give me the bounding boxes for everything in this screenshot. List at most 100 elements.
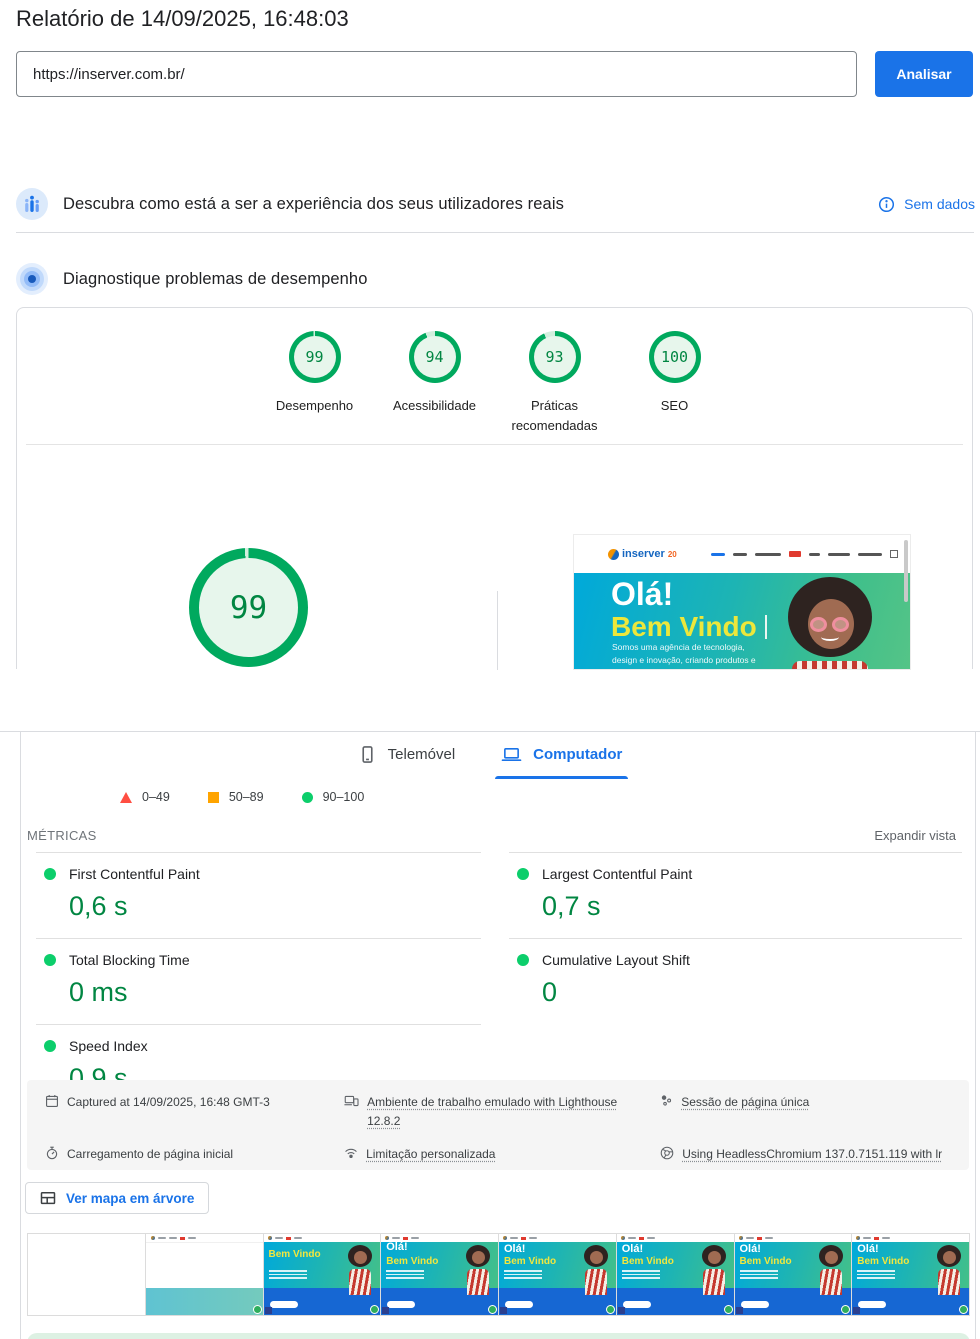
preview-site-header: inserver20	[574, 535, 910, 573]
green-dot-icon	[517, 954, 529, 966]
users-experience-icon	[16, 188, 48, 220]
best-practices-label: Práticas recomendadas	[495, 396, 615, 435]
filmstrip-frame-2	[145, 1233, 264, 1316]
treemap-button[interactable]: Ver mapa em árvore	[25, 1182, 209, 1214]
hero-body-text: Somos uma agência de tecnologia, design …	[612, 641, 756, 667]
filmstrip-frame-4: Olá! Bem Vindo	[380, 1233, 499, 1316]
filmstrip-frame-1	[27, 1233, 146, 1316]
legend-average: 50–89	[208, 790, 264, 804]
big-performance-score: 99	[199, 558, 298, 657]
analyze-button[interactable]: Analisar	[875, 51, 973, 97]
green-dot-icon	[44, 954, 56, 966]
page-title: Relatório de 14/09/2025, 16:48:03	[16, 6, 349, 32]
gauge-seo[interactable]: 100 SEO	[615, 331, 735, 435]
field-data-heading: Descubra como está a ser a experiência d…	[63, 195, 564, 214]
info-icon[interactable]	[878, 196, 895, 213]
env-captured: Captured at 14/09/2025, 16:48 GMT-3	[45, 1093, 330, 1130]
hero-line2: Bem Vindo	[611, 612, 757, 643]
vertical-divider	[497, 591, 498, 670]
env-browser: Using HeadlessChromium 137.0.7151.119 wi…	[660, 1145, 951, 1164]
chrome-icon	[660, 1146, 674, 1160]
site-logo-icon	[608, 549, 619, 560]
metrics-column-right: Largest Contentful Paint 0,7 s Cumulativ…	[509, 853, 962, 1024]
performance-label: Desempenho	[255, 396, 375, 416]
lighthouse-panel: 99 Desempenho 94 Acessibilidade 93 Práti…	[16, 307, 973, 669]
metric-fcp-value: 0,6 s	[69, 891, 481, 922]
device-tabs: Telemóvel Computador	[0, 745, 980, 779]
devices-icon	[344, 1094, 359, 1108]
site-logo: inserver20	[608, 548, 677, 560]
performance-banner-top	[27, 1333, 970, 1339]
check-badge-icon	[606, 1305, 615, 1314]
green-circle-icon	[302, 792, 313, 803]
metric-lcp-value: 0,7 s	[542, 891, 962, 922]
filmstrip-frame-6: Olá! Bem Vindo	[616, 1233, 735, 1316]
preview-scrollbar[interactable]	[904, 540, 908, 602]
category-gauges: 99 Desempenho 94 Acessibilidade 93 Práti…	[17, 331, 972, 435]
gauge-accessibility[interactable]: 94 Acessibilidade	[375, 331, 495, 435]
env-initial-load: Carregamento de página inicial	[45, 1145, 330, 1164]
gauge-best-practices[interactable]: 93 Práticas recomendadas	[495, 331, 615, 435]
no-data-link[interactable]: Sem dados	[904, 196, 975, 212]
panel-divider	[26, 444, 963, 445]
calendar-icon	[45, 1094, 59, 1108]
best-practices-score: 93	[534, 336, 576, 378]
diagnose-icon	[16, 263, 48, 295]
hero-person-photo	[772, 577, 882, 670]
pagespeed-report: Relatório de 14/09/2025, 16:48:03 Analis…	[0, 0, 980, 1339]
wifi-icon	[344, 1146, 358, 1160]
red-triangle-icon	[120, 792, 132, 803]
filmstrip-frame-3: Bem Vindo	[263, 1233, 382, 1316]
accessibility-score: 94	[414, 336, 456, 378]
url-input[interactable]	[16, 51, 857, 97]
stopwatch-icon	[45, 1146, 59, 1160]
env-throttling: Limitação personalizada	[344, 1145, 646, 1164]
check-badge-icon	[488, 1305, 497, 1314]
filmstrip-frame-8: Olá! Bem Vindo	[851, 1233, 970, 1316]
seo-label: SEO	[615, 396, 735, 416]
legend-pass: 90–100	[302, 790, 365, 804]
filmstrip-frame-7: Olá! Bem Vindo	[734, 1233, 853, 1316]
metric-cls: Cumulative Layout Shift 0	[509, 939, 962, 1024]
session-icon	[660, 1094, 673, 1107]
section-divider	[16, 232, 974, 233]
big-performance-gauge[interactable]: 99	[189, 548, 308, 667]
green-dot-icon	[44, 868, 56, 880]
metric-lcp: Largest Contentful Paint 0,7 s	[509, 853, 962, 939]
legend-fail: 0–49	[120, 790, 170, 804]
tab-desktop[interactable]: Computador	[501, 745, 622, 779]
expand-view-link[interactable]: Expandir vista	[874, 828, 956, 843]
filmstrip: Bem Vindo Olá! Bem Vindo	[27, 1233, 970, 1316]
check-badge-icon	[959, 1305, 968, 1314]
laptop-icon	[501, 745, 522, 764]
filmstrip-frame-5: Olá! Bem Vindo	[498, 1233, 617, 1316]
diagnose-row: Diagnostique problemas de desempenho	[16, 262, 975, 296]
metric-fcp: First Contentful Paint 0,6 s	[36, 853, 481, 939]
performance-score: 99	[294, 336, 336, 378]
environment-box: Captured at 14/09/2025, 16:48 GMT-3 Ambi…	[27, 1080, 969, 1170]
preview-hero: Olá! Bem Vindo Somos uma agência de tecn…	[574, 573, 910, 670]
metric-tbt: Total Blocking Time 0 ms	[36, 939, 481, 1025]
field-data-row: Descubra como está a ser a experiência d…	[16, 186, 975, 222]
orange-square-icon	[208, 792, 219, 803]
gauge-performance[interactable]: 99 Desempenho	[255, 331, 375, 435]
check-badge-icon	[724, 1305, 733, 1314]
score-legend: 0–49 50–89 90–100	[120, 790, 364, 804]
green-dot-icon	[44, 1040, 56, 1052]
env-session: Sessão de página única	[660, 1093, 951, 1130]
env-emulated: Ambiente de trabalho emulado with Lighth…	[344, 1093, 646, 1130]
site-nav-bars	[711, 550, 898, 558]
check-badge-icon	[253, 1305, 262, 1314]
phone-icon	[358, 745, 377, 764]
metrics-heading: MÉTRICAS	[27, 828, 97, 843]
accessibility-label: Acessibilidade	[375, 396, 495, 416]
metric-tbt-value: 0 ms	[69, 977, 481, 1008]
tab-mobile[interactable]: Telemóvel	[358, 745, 456, 779]
site-screenshot-preview[interactable]: inserver20 Olá! Bem Vindo Somos uma agên…	[573, 534, 911, 670]
treemap-icon	[40, 1190, 56, 1206]
green-dot-icon	[517, 868, 529, 880]
metrics-column-left: First Contentful Paint 0,6 s Total Block…	[36, 853, 481, 1110]
seo-score: 100	[654, 336, 696, 378]
metric-cls-value: 0	[542, 977, 962, 1008]
diagnose-heading: Diagnostique problemas de desempenho	[63, 270, 367, 289]
